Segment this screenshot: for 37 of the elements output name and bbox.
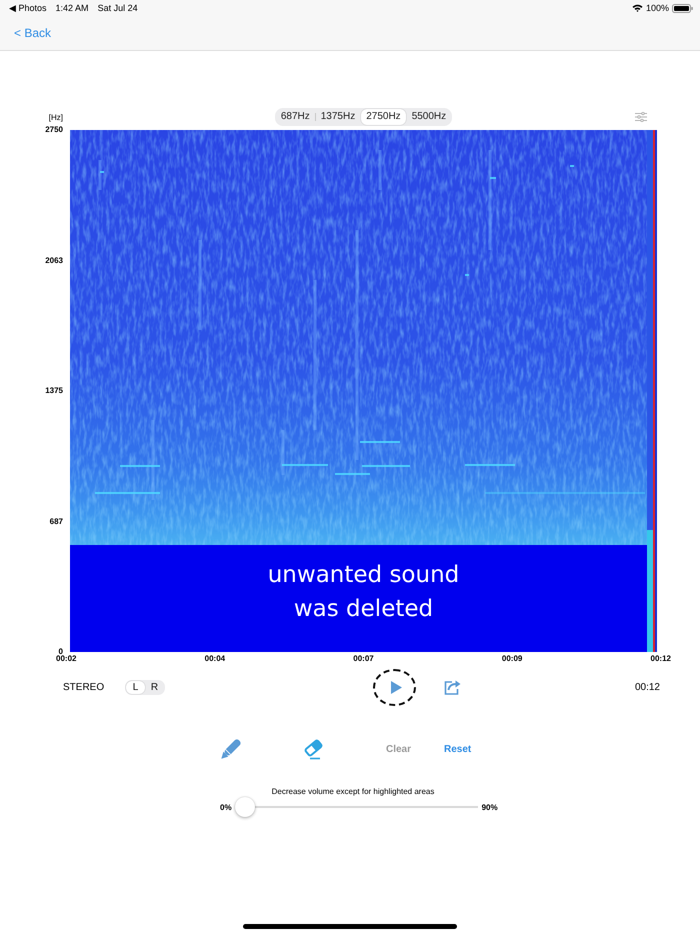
time-axis-label: 00:07 (353, 654, 374, 664)
frequency-axis-label: 2750 (45, 125, 63, 135)
overlay-caption: unwanted sound was deleted (266, 561, 460, 624)
range-tab[interactable]: 687Hz (276, 109, 315, 125)
settings-icon[interactable] (635, 112, 647, 122)
battery-icon (672, 4, 693, 12)
time-axis-label: 00:12 (650, 654, 671, 664)
time-axis-label: 00:09 (502, 654, 522, 664)
status-date: Sat Jul 24 (98, 3, 138, 13)
status-time: 1:42 AM (56, 3, 89, 13)
channel-mode-label: STEREO (63, 682, 103, 692)
time-axis-label: 00:04 (204, 654, 226, 664)
frequency-unit-label: [Hz] (48, 112, 64, 122)
range-selector[interactable]: 687Hz 1375Hz 2750Hz 5500Hz (274, 108, 452, 126)
wifi-icon (632, 4, 643, 12)
channel-tab[interactable]: L (126, 680, 145, 694)
time-axis-label: 00:02 (56, 654, 76, 664)
slider-max-label: 90% (482, 802, 498, 812)
channel-tab[interactable]: R (145, 680, 164, 694)
eraser-icon[interactable] (303, 738, 324, 760)
range-tab[interactable]: 2750Hz (361, 109, 406, 125)
play-button[interactable] (373, 668, 416, 706)
frequency-axis-label: 687 (50, 516, 63, 526)
channel-toggle[interactable]: L R (125, 680, 165, 694)
share-icon[interactable] (444, 679, 461, 695)
slider-thumb[interactable] (234, 797, 255, 817)
frequency-axis-label: 2063 (45, 256, 63, 266)
slider-min-label: 0% (220, 802, 232, 812)
frequency-axis-label: 1375 (45, 386, 63, 396)
range-tab[interactable]: 5500Hz (406, 109, 452, 125)
frequency-axis-label: 0 (58, 647, 63, 656)
back-to-app-link[interactable]: ◀ Photos (9, 3, 47, 13)
battery-percent: 100% (646, 3, 669, 13)
duration-label: 00:12 (634, 682, 660, 692)
volume-hint: Decrease volume except for highlighted areas (270, 786, 436, 797)
play-icon (390, 680, 402, 694)
range-tab[interactable]: 1375Hz (316, 109, 360, 125)
